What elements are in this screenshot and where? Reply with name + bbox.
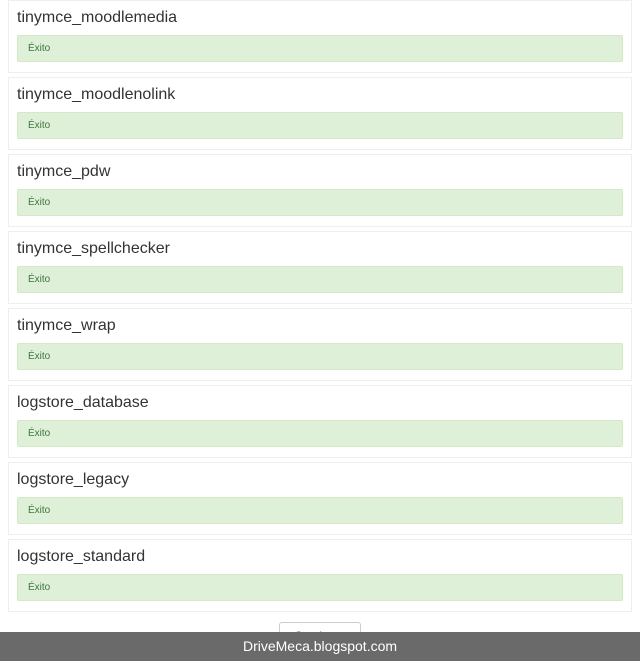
plugin-section: tinymce_moodlenolink Éxito [8, 77, 632, 150]
footer-watermark: DriveMeca.blogspot.com [0, 632, 640, 661]
status-badge: Éxito [17, 35, 623, 62]
status-badge: Éxito [17, 189, 623, 216]
plugin-section: tinymce_pdw Éxito [8, 154, 632, 227]
plugin-title: logstore_database [17, 392, 623, 412]
status-badge: Éxito [17, 497, 623, 524]
plugin-title: logstore_legacy [17, 469, 623, 489]
plugin-title: tinymce_spellchecker [17, 238, 623, 258]
status-badge: Éxito [17, 574, 623, 601]
plugin-section: logstore_standard Éxito [8, 539, 632, 612]
plugin-title: tinymce_pdw [17, 161, 623, 181]
plugin-title: tinymce_moodlemedia [17, 7, 623, 27]
plugin-section: tinymce_moodlemedia Éxito [8, 0, 632, 73]
plugin-title: logstore_standard [17, 546, 623, 566]
plugin-title: tinymce_moodlenolink [17, 84, 623, 104]
plugin-section: tinymce_spellchecker Éxito [8, 231, 632, 304]
plugin-section: logstore_legacy Éxito [8, 462, 632, 535]
status-badge: Éxito [17, 112, 623, 139]
plugin-title: tinymce_wrap [17, 315, 623, 335]
status-badge: Éxito [17, 266, 623, 293]
plugin-section: logstore_database Éxito [8, 385, 632, 458]
status-badge: Éxito [17, 343, 623, 370]
status-badge: Éxito [17, 420, 623, 447]
plugin-section: tinymce_wrap Éxito [8, 308, 632, 381]
install-results-container: tinymce_moodlemedia Éxito tinymce_moodle… [0, 0, 640, 650]
